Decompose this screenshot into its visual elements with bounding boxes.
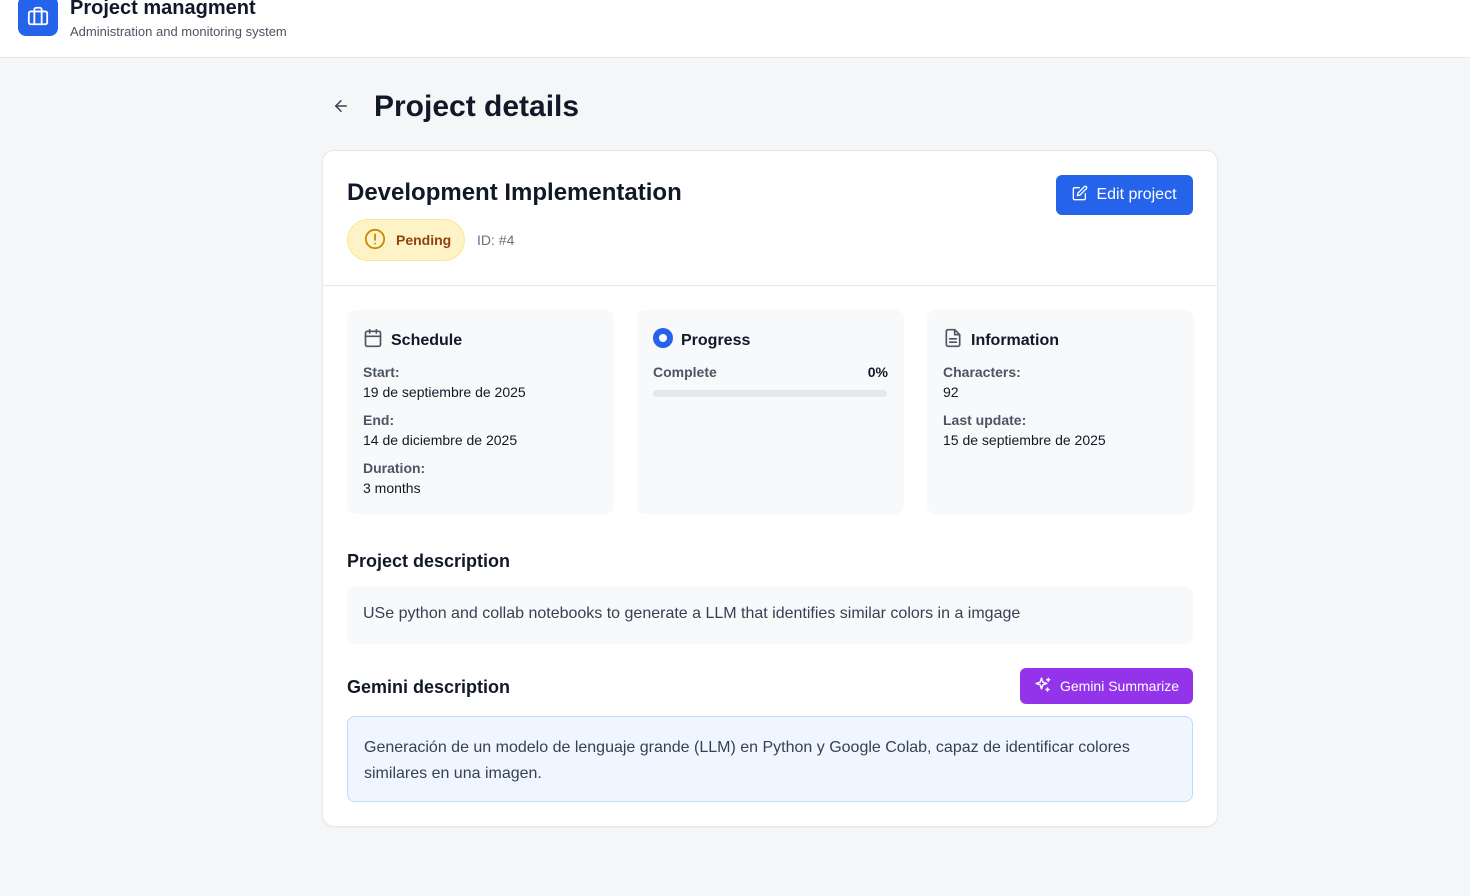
divider xyxy=(323,285,1217,286)
characters-label: Characters: xyxy=(943,364,1021,380)
page-title: Project details xyxy=(374,90,580,123)
last-update-value: 15 de septiembre de 2025 xyxy=(943,432,1106,448)
schedule-panel: Schedule Start: 19 de septiembre de 2025… xyxy=(347,310,614,514)
alert-circle-icon xyxy=(364,228,386,253)
gemini-summarize-button[interactable]: Gemini Summarize xyxy=(1020,668,1193,704)
app-title: Project managment xyxy=(70,0,256,19)
edit-icon xyxy=(1072,185,1088,206)
schedule-heading-label: Schedule xyxy=(391,331,463,349)
complete-label: Complete xyxy=(653,364,717,380)
project-card: Development Implementation Edit project … xyxy=(322,150,1218,827)
project-name: Development Implementation xyxy=(347,179,682,206)
calendar-icon xyxy=(363,328,383,353)
project-description-heading: Project description xyxy=(347,551,511,571)
progress-percent: 0% xyxy=(867,364,888,380)
gemini-description-text: Generación de un modelo de lenguaje gran… xyxy=(347,716,1193,802)
progress-heading: Progress xyxy=(653,328,750,353)
edit-project-button[interactable]: Edit project xyxy=(1056,175,1193,215)
duration-label: Duration: xyxy=(363,460,426,476)
progress-circle-icon xyxy=(653,328,673,353)
top-bar: Project managment Administration and mon… xyxy=(0,0,1470,58)
end-value: 14 de diciembre de 2025 xyxy=(363,432,518,448)
start-label: Start: xyxy=(363,364,400,380)
schedule-heading: Schedule xyxy=(363,328,462,353)
progress-heading-label: Progress xyxy=(681,331,751,349)
document-icon xyxy=(943,328,963,353)
project-id: ID: #4 xyxy=(477,232,515,248)
information-heading-label: Information xyxy=(971,331,1059,349)
start-value: 19 de septiembre de 2025 xyxy=(363,384,526,400)
arrow-left-icon xyxy=(332,97,350,120)
back-button[interactable] xyxy=(326,93,356,123)
information-heading: Information xyxy=(943,328,1059,353)
information-panel: Information Characters: 92 Last update: … xyxy=(927,310,1194,514)
end-label: End: xyxy=(363,412,395,428)
project-description-text: USe python and collab notebooks to gener… xyxy=(347,586,1193,644)
progress-bar xyxy=(653,390,887,397)
status-badge: Pending xyxy=(347,219,465,261)
briefcase-icon[interactable] xyxy=(18,0,58,36)
app-subtitle: Administration and monitoring system xyxy=(70,24,287,39)
duration-value: 3 months xyxy=(363,480,421,496)
status-label: Pending xyxy=(396,232,452,248)
edit-project-label: Edit project xyxy=(1096,186,1177,203)
last-update-label: Last update: xyxy=(943,412,1027,428)
gemini-description-heading: Gemini description xyxy=(347,677,511,697)
characters-value: 92 xyxy=(943,384,959,400)
sparkles-icon xyxy=(1034,676,1052,697)
progress-panel: Progress Complete 0% xyxy=(637,310,904,514)
gemini-summarize-label: Gemini Summarize xyxy=(1059,678,1180,694)
